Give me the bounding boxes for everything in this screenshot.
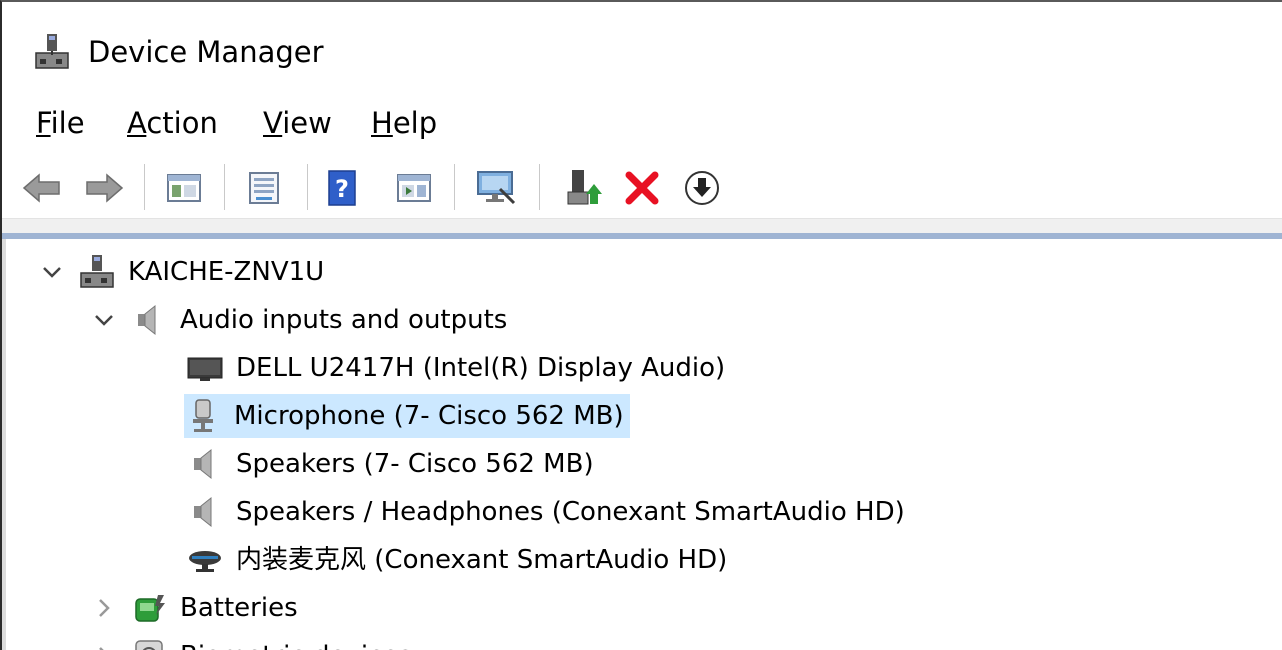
menu-bar: File Action View Help xyxy=(2,98,1282,148)
tree-device-item[interactable]: Speakers (7- Cisco 562 MB) xyxy=(186,442,600,486)
tree-device-label: Speakers / Headphones (Conexant SmartAud… xyxy=(236,497,905,527)
webcam-mic-icon xyxy=(189,551,221,572)
menu-help-rest: elp xyxy=(392,106,438,140)
menu-action[interactable]: Action xyxy=(127,98,218,148)
tree-node-root[interactable]: KAICHE-ZNV1U xyxy=(40,250,330,294)
properties-icon xyxy=(249,172,279,204)
chevron-down-icon[interactable] xyxy=(92,308,116,332)
speaker-icon xyxy=(138,304,156,336)
device-manager-window: Device Manager File Action View Help ? K… xyxy=(0,0,1282,650)
menu-help[interactable]: Help xyxy=(371,98,437,148)
toolbar-separator xyxy=(539,164,540,210)
speaker-icon xyxy=(194,496,212,528)
download-driver-button[interactable] xyxy=(680,166,724,210)
forward-button[interactable] xyxy=(82,166,126,210)
menu-file[interactable]: File xyxy=(36,98,85,148)
download-driver-icon xyxy=(685,171,719,205)
chevron-right-icon[interactable] xyxy=(92,644,116,650)
tree-category-label: Batteries xyxy=(180,593,298,623)
forward-arrow-icon xyxy=(86,173,124,203)
tree-device-label: Speakers (7- Cisco 562 MB) xyxy=(236,449,594,479)
menu-action-accel: A xyxy=(127,106,147,140)
scan-hardware-button[interactable] xyxy=(474,166,518,210)
title-bar: Device Manager xyxy=(2,2,1282,94)
speaker-icon xyxy=(194,448,212,480)
device-tree[interactable]: KAICHE-ZNV1U Audio inputs and outputs DE… xyxy=(2,239,1282,650)
back-button[interactable] xyxy=(20,166,64,210)
menu-view-rest: iew xyxy=(282,106,332,140)
tree-device-label: 内装麦克风 (Conexant SmartAudio HD) xyxy=(236,545,728,575)
tree-device-label: DELL U2417H (Intel(R) Display Audio) xyxy=(236,353,726,383)
battery-icon xyxy=(135,595,165,622)
toolbar: ? xyxy=(2,158,1282,219)
tree-category-label: Biometric devices xyxy=(174,634,418,650)
tree-category-audio[interactable]: Audio inputs and outputs xyxy=(92,298,513,342)
show-hide-console-tree-button[interactable] xyxy=(162,166,206,210)
biometric-icon xyxy=(135,640,163,650)
tree-device-item-selected[interactable]: Microphone (7- Cisco 562 MB) xyxy=(184,394,630,438)
tree-device-item[interactable]: Speakers / Headphones (Conexant SmartAud… xyxy=(186,490,911,534)
toolbar-separator xyxy=(224,164,225,210)
menu-file-accel: F xyxy=(36,106,51,140)
tree-category-label: Audio inputs and outputs xyxy=(180,305,508,335)
update-driver-icon xyxy=(567,170,602,205)
scan-hardware-icon xyxy=(477,171,516,205)
computer-icon xyxy=(80,255,114,288)
svg-text:?: ? xyxy=(335,175,349,203)
toolbar-gap xyxy=(2,219,1282,233)
tree-category-biometric[interactable]: Biometric devices xyxy=(92,634,418,650)
window-title: Device Manager xyxy=(88,35,324,69)
tree-node-label: KAICHE-ZNV1U xyxy=(128,257,325,287)
properties-button[interactable] xyxy=(242,166,286,210)
tree-device-item[interactable]: DELL U2417H (Intel(R) Display Audio) xyxy=(186,346,731,390)
tree-device-item[interactable]: 内装麦克风 (Conexant SmartAudio HD) xyxy=(186,538,733,582)
toolbar-separator xyxy=(144,164,145,210)
tree-device-label: Microphone (7- Cisco 562 MB) xyxy=(228,394,630,438)
help-icon: ? xyxy=(328,170,356,206)
device-manager-app-icon xyxy=(35,34,69,69)
menu-action-rest: ction xyxy=(146,106,218,140)
show-action-pane-button[interactable] xyxy=(392,166,436,210)
show-hide-console-tree-icon xyxy=(167,174,201,202)
menu-view-accel: V xyxy=(263,106,283,140)
help-button[interactable]: ? xyxy=(320,166,364,210)
back-arrow-icon xyxy=(22,173,60,203)
monitor-icon xyxy=(187,357,223,381)
menu-view[interactable]: View xyxy=(263,98,332,148)
chevron-down-icon[interactable] xyxy=(40,260,64,284)
toolbar-separator xyxy=(307,164,308,210)
uninstall-device-button[interactable] xyxy=(620,166,664,210)
menu-help-accel: H xyxy=(371,106,393,140)
tree-category-batteries[interactable]: Batteries xyxy=(92,586,304,630)
update-driver-button[interactable] xyxy=(562,166,606,210)
uninstall-device-icon xyxy=(625,171,659,205)
menu-file-rest: ile xyxy=(50,106,85,140)
chevron-right-icon[interactable] xyxy=(92,596,116,620)
microphone-icon xyxy=(193,399,213,432)
toolbar-separator xyxy=(454,164,455,210)
show-action-pane-icon xyxy=(397,174,431,202)
